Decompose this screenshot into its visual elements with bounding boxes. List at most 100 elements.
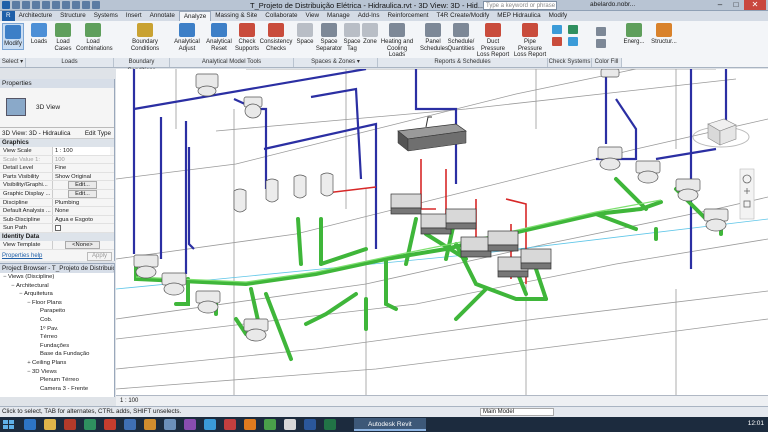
- check-systems-tool-icon[interactable]: [596, 39, 606, 48]
- duct-pressure-loss-report-button[interactable]: Duct Pressure Loss Report: [476, 23, 510, 59]
- app-icon[interactable]: [324, 419, 336, 430]
- apply-button[interactable]: Apply: [86, 252, 112, 261]
- browser-node[interactable]: Base da Fundação: [0, 350, 114, 359]
- check-systems-tool-icon[interactable]: [596, 27, 606, 36]
- browser-node[interactable]: Cob.: [0, 316, 114, 325]
- browser-node[interactable]: −Floor Plans: [0, 299, 114, 308]
- browser-node[interactable]: Térreo: [0, 333, 114, 342]
- maximize-button[interactable]: □: [728, 0, 744, 10]
- tab-modify[interactable]: Modify: [545, 11, 572, 21]
- boundary-conditions-button[interactable]: Boundary Conditions: [122, 23, 168, 52]
- 3d-view-icon[interactable]: [72, 1, 80, 9]
- ribbon-panel-label[interactable]: Reports & Schedules: [378, 58, 548, 67]
- tab-add-ins[interactable]: Add-Ins: [354, 11, 384, 21]
- browser-node[interactable]: −Architectural: [0, 282, 114, 291]
- graphics-section[interactable]: Graphics: [0, 139, 114, 147]
- ribbon-panel-label[interactable]: Analytical Model Tools: [170, 58, 294, 67]
- tab-t4r-create-modify[interactable]: T4R Create/Modify: [432, 11, 493, 21]
- browser-node[interactable]: −3D Views: [0, 368, 114, 377]
- app-icon[interactable]: [184, 419, 196, 430]
- consistency-checks-button[interactable]: Consistency Checks: [259, 23, 293, 52]
- zone-button[interactable]: Zone: [360, 23, 380, 46]
- property-value[interactable]: <None>: [53, 240, 110, 249]
- measure-icon[interactable]: [62, 1, 70, 9]
- tab-view[interactable]: View: [301, 11, 323, 21]
- property-value[interactable]: Agua e Esgoto: [53, 216, 110, 224]
- tab-systems[interactable]: Systems: [90, 11, 122, 21]
- property-value[interactable]: Edit...: [53, 189, 110, 198]
- app-icon[interactable]: [164, 419, 176, 430]
- tab-annotate[interactable]: Annotate: [146, 11, 179, 21]
- section-icon[interactable]: [82, 1, 90, 9]
- minimize-button[interactable]: –: [712, 0, 728, 10]
- check-supports-button[interactable]: Check Supports: [234, 23, 260, 52]
- tab-collaborate[interactable]: Collaborate: [261, 11, 301, 21]
- 3d-viewport[interactable]: [116, 69, 768, 395]
- identity-data-section[interactable]: Identity Data: [0, 232, 114, 241]
- search-input[interactable]: Type a keyword or phrase: [483, 1, 557, 10]
- open-icon[interactable]: [12, 1, 20, 9]
- viewcube[interactable]: [692, 118, 750, 148]
- property-value[interactable]: 1 : 100: [53, 147, 110, 155]
- modify-button[interactable]: Modify: [2, 23, 24, 50]
- browser-node[interactable]: +Ceiling Plans: [0, 359, 114, 368]
- app-icon[interactable]: [104, 419, 116, 430]
- space-separator-button[interactable]: Space Separator: [315, 23, 343, 52]
- schedule-quantities-button[interactable]: Schedule/ Quantities: [447, 23, 475, 52]
- ribbon-panel-label[interactable]: Check Systems: [548, 58, 592, 67]
- tab-massing-site[interactable]: Massing & Site: [211, 11, 261, 21]
- analytical-reset-button[interactable]: Analytical Reset: [204, 23, 234, 52]
- browser-node[interactable]: Camera 3 - Frente: [0, 385, 114, 394]
- edit-type-button[interactable]: Edit Type: [85, 128, 111, 139]
- text-icon[interactable]: [92, 1, 100, 9]
- close-button[interactable]: ✕: [744, 0, 766, 10]
- browser-node[interactable]: Parapeito: [0, 307, 114, 316]
- heating-and-cooling-loads-button[interactable]: Heating and Cooling Loads: [378, 23, 416, 59]
- save-icon[interactable]: [22, 1, 30, 9]
- app-icon[interactable]: [224, 419, 236, 430]
- tab-reinforcement[interactable]: Reinforcement: [384, 11, 433, 21]
- load-cases-button[interactable]: Load Cases: [50, 23, 76, 52]
- app-menu-icon[interactable]: [2, 1, 10, 9]
- load-combinations-button[interactable]: Load Combinations: [76, 23, 113, 52]
- browser-node[interactable]: 1º Pav.: [0, 325, 114, 334]
- ribbon-panel-label[interactable]: Spaces & Zones ▾: [294, 58, 378, 67]
- active-model-selector[interactable]: Main Model: [480, 408, 554, 416]
- app-icon[interactable]: [124, 419, 136, 430]
- browser-node[interactable]: −Views (Discipline): [0, 273, 114, 282]
- energ-button[interactable]: Energ...: [622, 23, 646, 46]
- tab-mep-hidraulica[interactable]: MEP Hidraulica: [493, 11, 544, 21]
- sun-path-checkbox[interactable]: [55, 224, 61, 231]
- browser-node[interactable]: Plenum Térreo: [0, 376, 114, 385]
- app-icon[interactable]: [304, 419, 316, 430]
- revit-task-button[interactable]: Autodesk Revit 2014 ...: [354, 418, 426, 431]
- tab-analyze[interactable]: Analyze: [178, 11, 212, 21]
- check-systems-tool-icon[interactable]: [568, 25, 578, 34]
- tab-architecture[interactable]: Architecture: [15, 11, 57, 21]
- undo-icon[interactable]: [32, 1, 40, 9]
- ribbon-panel-label[interactable]: Select ▾: [0, 58, 26, 67]
- loads-button[interactable]: Loads: [28, 23, 50, 46]
- check-systems-tool-icon[interactable]: [552, 37, 562, 46]
- properties-help-link[interactable]: Properties help: [2, 253, 42, 259]
- tab-insert[interactable]: Insert: [122, 11, 146, 21]
- windows-start-icon[interactable]: [2, 419, 16, 430]
- tab-structure[interactable]: Structure: [56, 11, 90, 21]
- check-systems-tool-icon[interactable]: [568, 37, 578, 46]
- app-icon[interactable]: [264, 419, 276, 430]
- check-systems-tool-icon[interactable]: [552, 25, 562, 34]
- property-value[interactable]: None: [53, 207, 110, 215]
- ribbon-panel-label[interactable]: Color Fill: [592, 58, 622, 67]
- property-edit-button[interactable]: Edit...: [68, 181, 97, 189]
- view-scale[interactable]: 1 : 100: [120, 398, 138, 404]
- pipe-pressure-loss-report-button[interactable]: Pipe Pressure Loss Report: [512, 23, 548, 59]
- print-icon[interactable]: [52, 1, 60, 9]
- app-icon[interactable]: [84, 419, 96, 430]
- user-account[interactable]: abelardo.nobr...: [590, 1, 635, 8]
- property-value[interactable]: Show Original: [53, 173, 110, 181]
- tab-r[interactable]: R: [2, 11, 15, 21]
- structur-button[interactable]: Structur...: [650, 23, 678, 46]
- analytical-adjust-button[interactable]: Analytical Adjust: [172, 23, 202, 52]
- tab-manage[interactable]: Manage: [323, 11, 354, 21]
- app-icon[interactable]: [64, 419, 76, 430]
